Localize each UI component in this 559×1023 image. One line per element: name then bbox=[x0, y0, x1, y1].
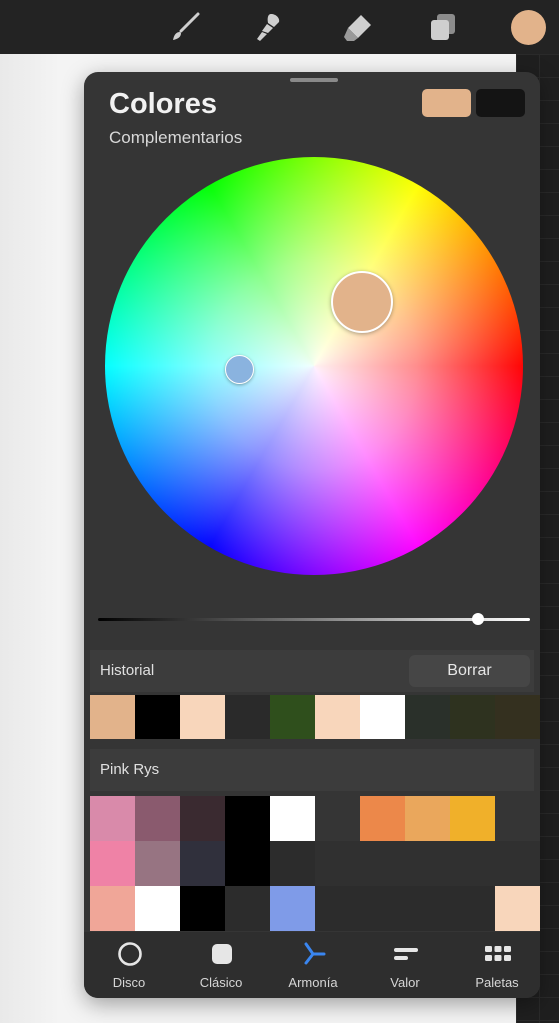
brightness-slider[interactable] bbox=[98, 618, 530, 621]
harmony-mode-selector[interactable]: Complementarios bbox=[109, 128, 242, 148]
palette-swatch[interactable] bbox=[270, 796, 315, 841]
palette-swatch[interactable] bbox=[405, 886, 450, 931]
clear-history-button[interactable]: Borrar bbox=[409, 655, 530, 687]
palette-swatch[interactable] bbox=[315, 841, 360, 886]
palettes-icon bbox=[485, 946, 511, 961]
history-swatches bbox=[90, 695, 540, 739]
tab-label: Armonía bbox=[288, 975, 338, 990]
palette-swatch[interactable] bbox=[450, 886, 495, 931]
history-swatch[interactable] bbox=[360, 695, 405, 739]
color-mode-tabbar: Disco Clásico Armonía Valor Paletas bbox=[84, 932, 540, 998]
tab-label: Paletas bbox=[475, 975, 519, 990]
layers-icon bbox=[431, 14, 455, 40]
harmony-icon bbox=[304, 942, 326, 965]
colors-panel: Colores Complementarios Historial Borrar… bbox=[84, 72, 540, 998]
smudge-tool-button[interactable] bbox=[251, 9, 287, 45]
primary-color-knob[interactable] bbox=[331, 271, 393, 333]
palette-swatch[interactable] bbox=[360, 841, 405, 886]
palette-swatch[interactable] bbox=[360, 796, 405, 841]
palette-swatch[interactable] bbox=[135, 841, 180, 886]
palette-swatch[interactable] bbox=[90, 886, 135, 931]
history-swatch[interactable] bbox=[495, 695, 540, 739]
palette-swatches bbox=[90, 796, 540, 931]
eraser-icon bbox=[344, 15, 371, 41]
palette-swatch[interactable] bbox=[315, 796, 360, 841]
secondary-color-swatch[interactable] bbox=[476, 89, 525, 117]
panel-title: Colores bbox=[109, 88, 217, 120]
palette-swatch[interactable] bbox=[225, 796, 270, 841]
history-swatch[interactable] bbox=[180, 695, 225, 739]
palette-swatch[interactable] bbox=[90, 841, 135, 886]
tab-clasico[interactable]: Clásico bbox=[176, 932, 266, 998]
square-icon bbox=[212, 944, 232, 964]
tab-valor[interactable]: Valor bbox=[360, 932, 450, 998]
tab-paletas[interactable]: Paletas bbox=[452, 932, 540, 998]
history-header: Historial Borrar bbox=[90, 650, 534, 692]
color-wheel[interactable] bbox=[105, 157, 523, 575]
palette-swatch[interactable] bbox=[495, 796, 540, 841]
brush-tool-button[interactable] bbox=[168, 9, 204, 45]
brush-icon bbox=[173, 12, 200, 40]
eraser-tool-button[interactable] bbox=[340, 9, 376, 45]
smudge-icon bbox=[257, 14, 280, 41]
tab-disco[interactable]: Disco bbox=[84, 932, 174, 998]
palette-swatch[interactable] bbox=[180, 886, 225, 931]
palette-swatch[interactable] bbox=[270, 841, 315, 886]
history-swatch[interactable] bbox=[270, 695, 315, 739]
tab-armonia[interactable]: Armonía bbox=[268, 932, 358, 998]
palette-swatch[interactable] bbox=[270, 886, 315, 931]
top-toolbar bbox=[0, 0, 559, 54]
tab-label: Disco bbox=[112, 975, 146, 990]
palette-swatch[interactable] bbox=[360, 886, 405, 931]
canvas-shade bbox=[0, 54, 60, 1023]
palette-swatch[interactable] bbox=[90, 796, 135, 841]
palette-name: Pink Rys bbox=[100, 761, 160, 778]
primary-color-swatch[interactable] bbox=[422, 89, 471, 117]
palette-swatch[interactable] bbox=[495, 886, 540, 931]
complementary-color-knob[interactable] bbox=[225, 355, 254, 384]
history-label: Historial bbox=[100, 662, 155, 679]
layers-tool-button[interactable] bbox=[425, 9, 461, 45]
history-swatch[interactable] bbox=[450, 695, 495, 739]
history-swatch[interactable] bbox=[225, 695, 270, 739]
saturation-overlay bbox=[105, 157, 523, 575]
tab-label: Valor bbox=[390, 975, 420, 990]
palette-swatch[interactable] bbox=[450, 841, 495, 886]
palette-swatch[interactable] bbox=[225, 841, 270, 886]
history-swatch[interactable] bbox=[315, 695, 360, 739]
tab-label: Clásico bbox=[199, 975, 243, 990]
sliders-icon bbox=[394, 948, 418, 960]
panel-grabber[interactable] bbox=[290, 78, 338, 82]
palette-swatch[interactable] bbox=[180, 796, 225, 841]
palette-header: Pink Rys bbox=[90, 749, 534, 791]
palette-swatch[interactable] bbox=[450, 796, 495, 841]
current-color-button[interactable] bbox=[511, 10, 546, 45]
palette-swatch[interactable] bbox=[405, 796, 450, 841]
palette-swatch[interactable] bbox=[225, 886, 270, 931]
palette-swatch[interactable] bbox=[135, 796, 180, 841]
disc-icon bbox=[118, 942, 142, 966]
palette-swatch[interactable] bbox=[135, 886, 180, 931]
palette-swatch[interactable] bbox=[180, 841, 225, 886]
brightness-slider-thumb[interactable] bbox=[472, 613, 485, 625]
palette-swatch[interactable] bbox=[405, 841, 450, 886]
history-swatch[interactable] bbox=[90, 695, 135, 739]
palette-swatch[interactable] bbox=[495, 841, 540, 886]
history-swatch[interactable] bbox=[405, 695, 450, 739]
palette-swatch[interactable] bbox=[315, 886, 360, 931]
history-swatch[interactable] bbox=[135, 695, 180, 739]
